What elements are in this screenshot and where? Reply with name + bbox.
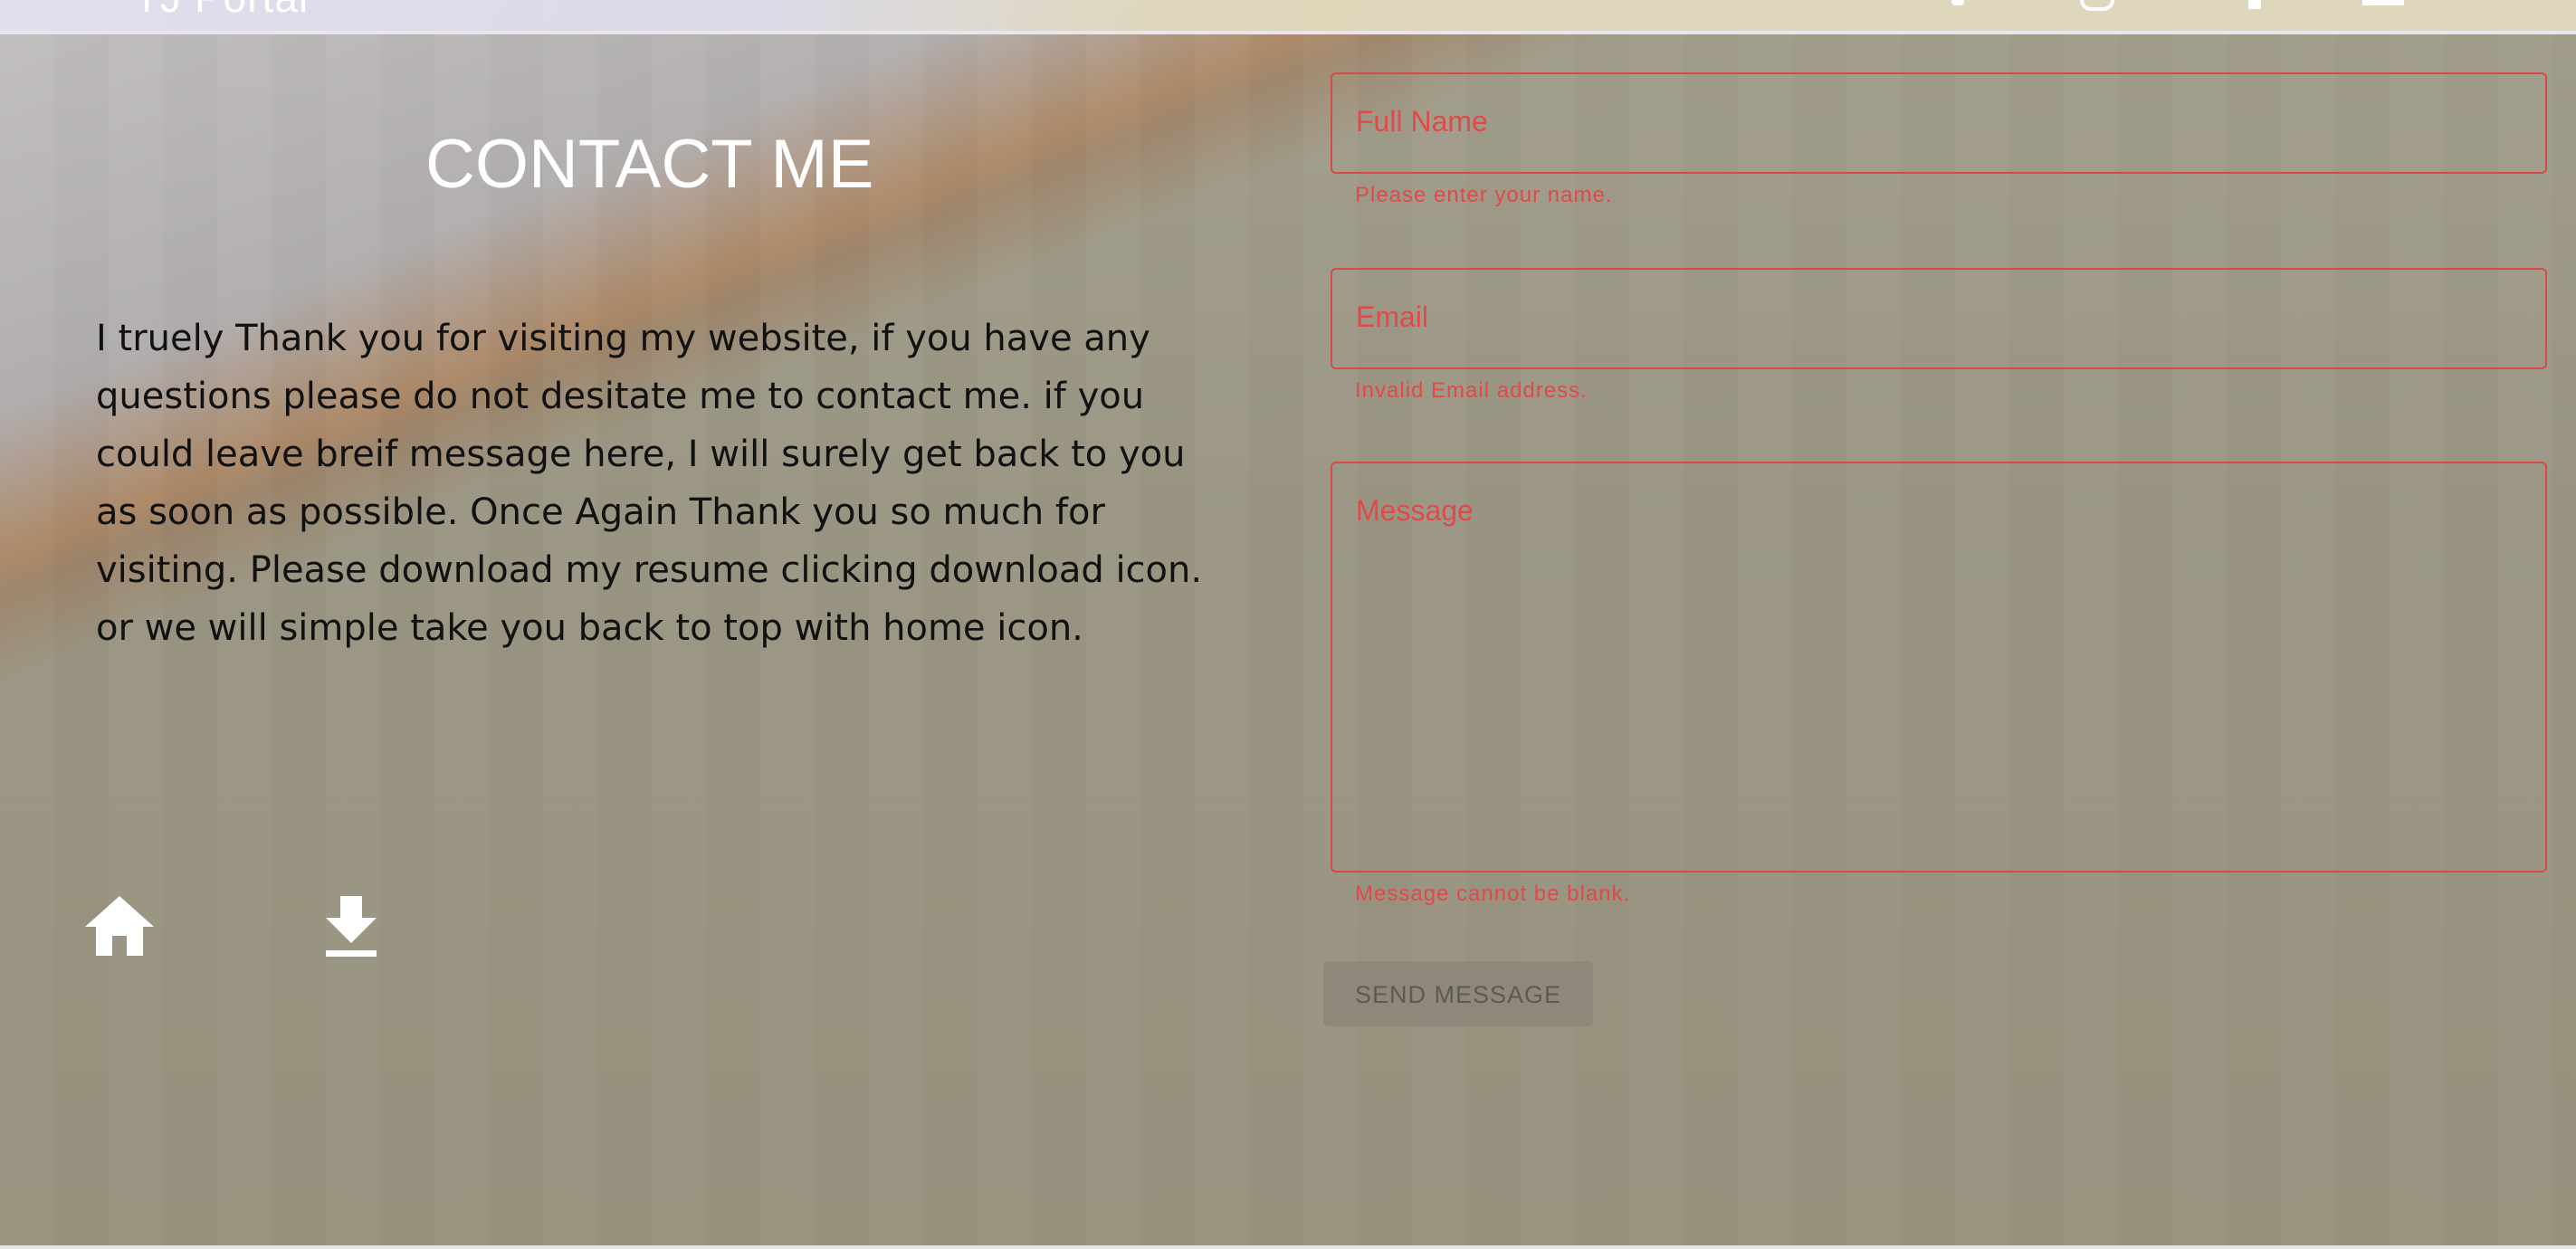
- download-icon: [326, 896, 377, 957]
- full-name-field[interactable]: Full Name: [1331, 72, 2547, 174]
- home-button[interactable]: [83, 894, 156, 958]
- email-error: Invalid Email address.: [1355, 378, 1588, 403]
- full-name-placeholder: Full Name: [1356, 105, 1488, 138]
- contact-page: TJ Portal CONTACT ME I truely Thank you …: [0, 0, 2576, 1249]
- email-placeholder: Email: [1356, 300, 1429, 333]
- menu-icon[interactable]: [2362, 0, 2404, 5]
- top-navbar: TJ Portal: [0, 0, 2576, 34]
- contact-title: CONTACT ME: [425, 126, 874, 203]
- home-icon: [85, 896, 154, 956]
- send-message-button[interactable]: SEND MESSAGE: [1323, 961, 1593, 1026]
- at-icon[interactable]: [2080, 0, 2114, 11]
- full-name-error: Please enter your name.: [1355, 183, 1613, 207]
- facebook-icon[interactable]: [1951, 0, 1964, 5]
- bottom-divider: [0, 1245, 2576, 1249]
- message-field[interactable]: Message: [1331, 462, 2547, 872]
- message-placeholder: Message: [1356, 494, 1474, 527]
- message-error: Message cannot be blank.: [1355, 882, 1631, 906]
- email-field[interactable]: Email: [1331, 268, 2547, 369]
- brand-logo[interactable]: TJ Portal: [134, 0, 309, 22]
- contact-description: I truely Thank you for visiting my websi…: [96, 318, 1203, 649]
- download-button[interactable]: [324, 896, 378, 958]
- linkedin-icon[interactable]: [2248, 0, 2261, 9]
